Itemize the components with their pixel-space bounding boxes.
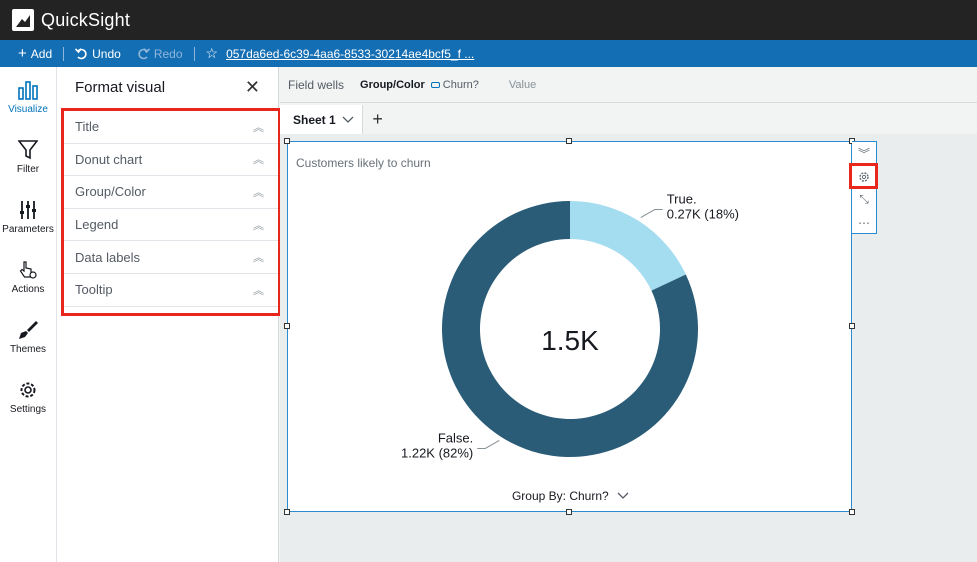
tab-sheet-1[interactable]: Sheet 1 [280,105,363,134]
nav-themes[interactable]: Themes [0,307,56,367]
callout-line-1 [477,440,500,449]
nav-settings[interactable]: Settings [0,367,56,427]
data-label-value-0: 0.27K (18%) [667,207,739,222]
chevron-up-icon: ︽ [253,154,264,167]
chevron-up-icon: ︽ [253,284,264,297]
section-group-color[interactable]: Group/Color ︽ [64,176,278,209]
undo-icon [75,47,87,59]
format-visual-panel: Format visual ✕ Title ︽ Donut chart ︽ Grou… [57,67,281,562]
pointer-gear-icon [19,260,37,279]
quicksight-logo-icon[interactable] [12,9,34,31]
dimension-icon [430,81,440,88]
star-icon[interactable]: ☆ [206,45,219,62]
donut-chart[interactable]: 1.5K True.0.27K (18%) False.1.22K (82%) [288,162,850,492]
chevron-down-icon[interactable] [342,116,354,124]
chevron-up-icon: ︽ [253,121,264,134]
nav-visualize[interactable]: Visualize [0,67,56,127]
callout-line-0 [640,209,663,218]
add-button[interactable]: + Add [18,45,52,62]
toolbar-divider [193,46,195,61]
format-panel-header: Format visual ✕ [57,67,278,107]
data-label-name-1: False. [438,430,473,445]
brush-icon [19,320,38,339]
undo-button[interactable]: Undo [75,47,121,61]
resize-handle[interactable] [284,323,290,329]
redo-icon [138,47,150,59]
close-icon[interactable]: ✕ [245,77,260,98]
redo-button[interactable]: Redo [137,47,183,61]
bar-chart-icon [18,80,38,100]
resize-handle[interactable] [566,138,572,144]
analysis-name-link[interactable]: 057da6ed-6c39-4aa6-8533-30214ae4bcf5_f .… [226,47,474,61]
section-data-labels[interactable]: Data labels ︽ [64,241,278,274]
nav-actions[interactable]: Actions [0,247,56,307]
resize-handle[interactable] [284,509,290,515]
section-title[interactable]: Title ︽ [64,111,278,144]
field-wells-title: Field wells [288,77,345,92]
group-by-label[interactable]: Group By: Churn? [288,489,853,503]
more-icon[interactable]: ⋯ [852,211,876,234]
app-title: QuickSight [41,9,131,30]
toolbar: + Add Undo Redo ☆ 057da6ed-6c39-4aa6-853… [0,40,977,67]
app-header: QuickSight [0,0,977,40]
donut-total-label: 1.5K [541,325,599,356]
expand-icon[interactable]: ⤡ [852,188,876,211]
gear-icon [20,382,36,397]
chevron-up-icon: ︽ [253,219,264,232]
chevron-up-icon: ︽ [253,252,264,265]
resize-handle[interactable] [849,509,855,515]
sheet-tabs: Sheet 1 + [280,104,977,134]
add-sheet-button[interactable]: + [363,105,393,134]
resize-handle[interactable] [566,509,572,515]
sliders-icon [20,200,36,219]
format-sections-highlight: Title ︽ Donut chart ︽ Group/Color ︽ Legend ︽… [61,108,281,316]
chevron-down-icon[interactable] [617,492,629,500]
group-color-field[interactable]: Churn? [430,79,479,91]
section-tooltip[interactable]: Tooltip ︽ [64,274,278,307]
collapse-icon[interactable]: ︾ [852,142,876,165]
funnel-icon [18,139,38,159]
data-label-value-1: 1.22K (82%) [401,445,473,460]
data-label-name-0: True. [667,192,697,207]
chevron-up-icon: ︽ [253,186,264,199]
resize-handle[interactable] [849,323,855,329]
format-button-highlight [849,163,878,189]
donut-visual[interactable]: Customers likely to churn 1.5K True. 0.27… [287,141,852,512]
left-navigation: Visualize Filter Parameters Actions Them… [0,67,57,562]
resize-handle[interactable] [284,138,290,144]
section-legend[interactable]: Legend ︽ [64,209,278,242]
value-well[interactable]: Value [509,79,536,91]
nav-filter[interactable]: Filter [0,127,56,187]
group-color-label: Group/Color [360,78,425,91]
toolbar-divider [63,46,65,61]
section-donut-chart[interactable]: Donut chart ︽ [64,144,278,177]
nav-parameters[interactable]: Parameters [0,187,56,247]
plus-icon: + [18,45,27,62]
field-wells-bar[interactable]: Field wells Group/Color Churn? Value [280,67,977,103]
format-panel-title: Format visual [75,78,166,96]
